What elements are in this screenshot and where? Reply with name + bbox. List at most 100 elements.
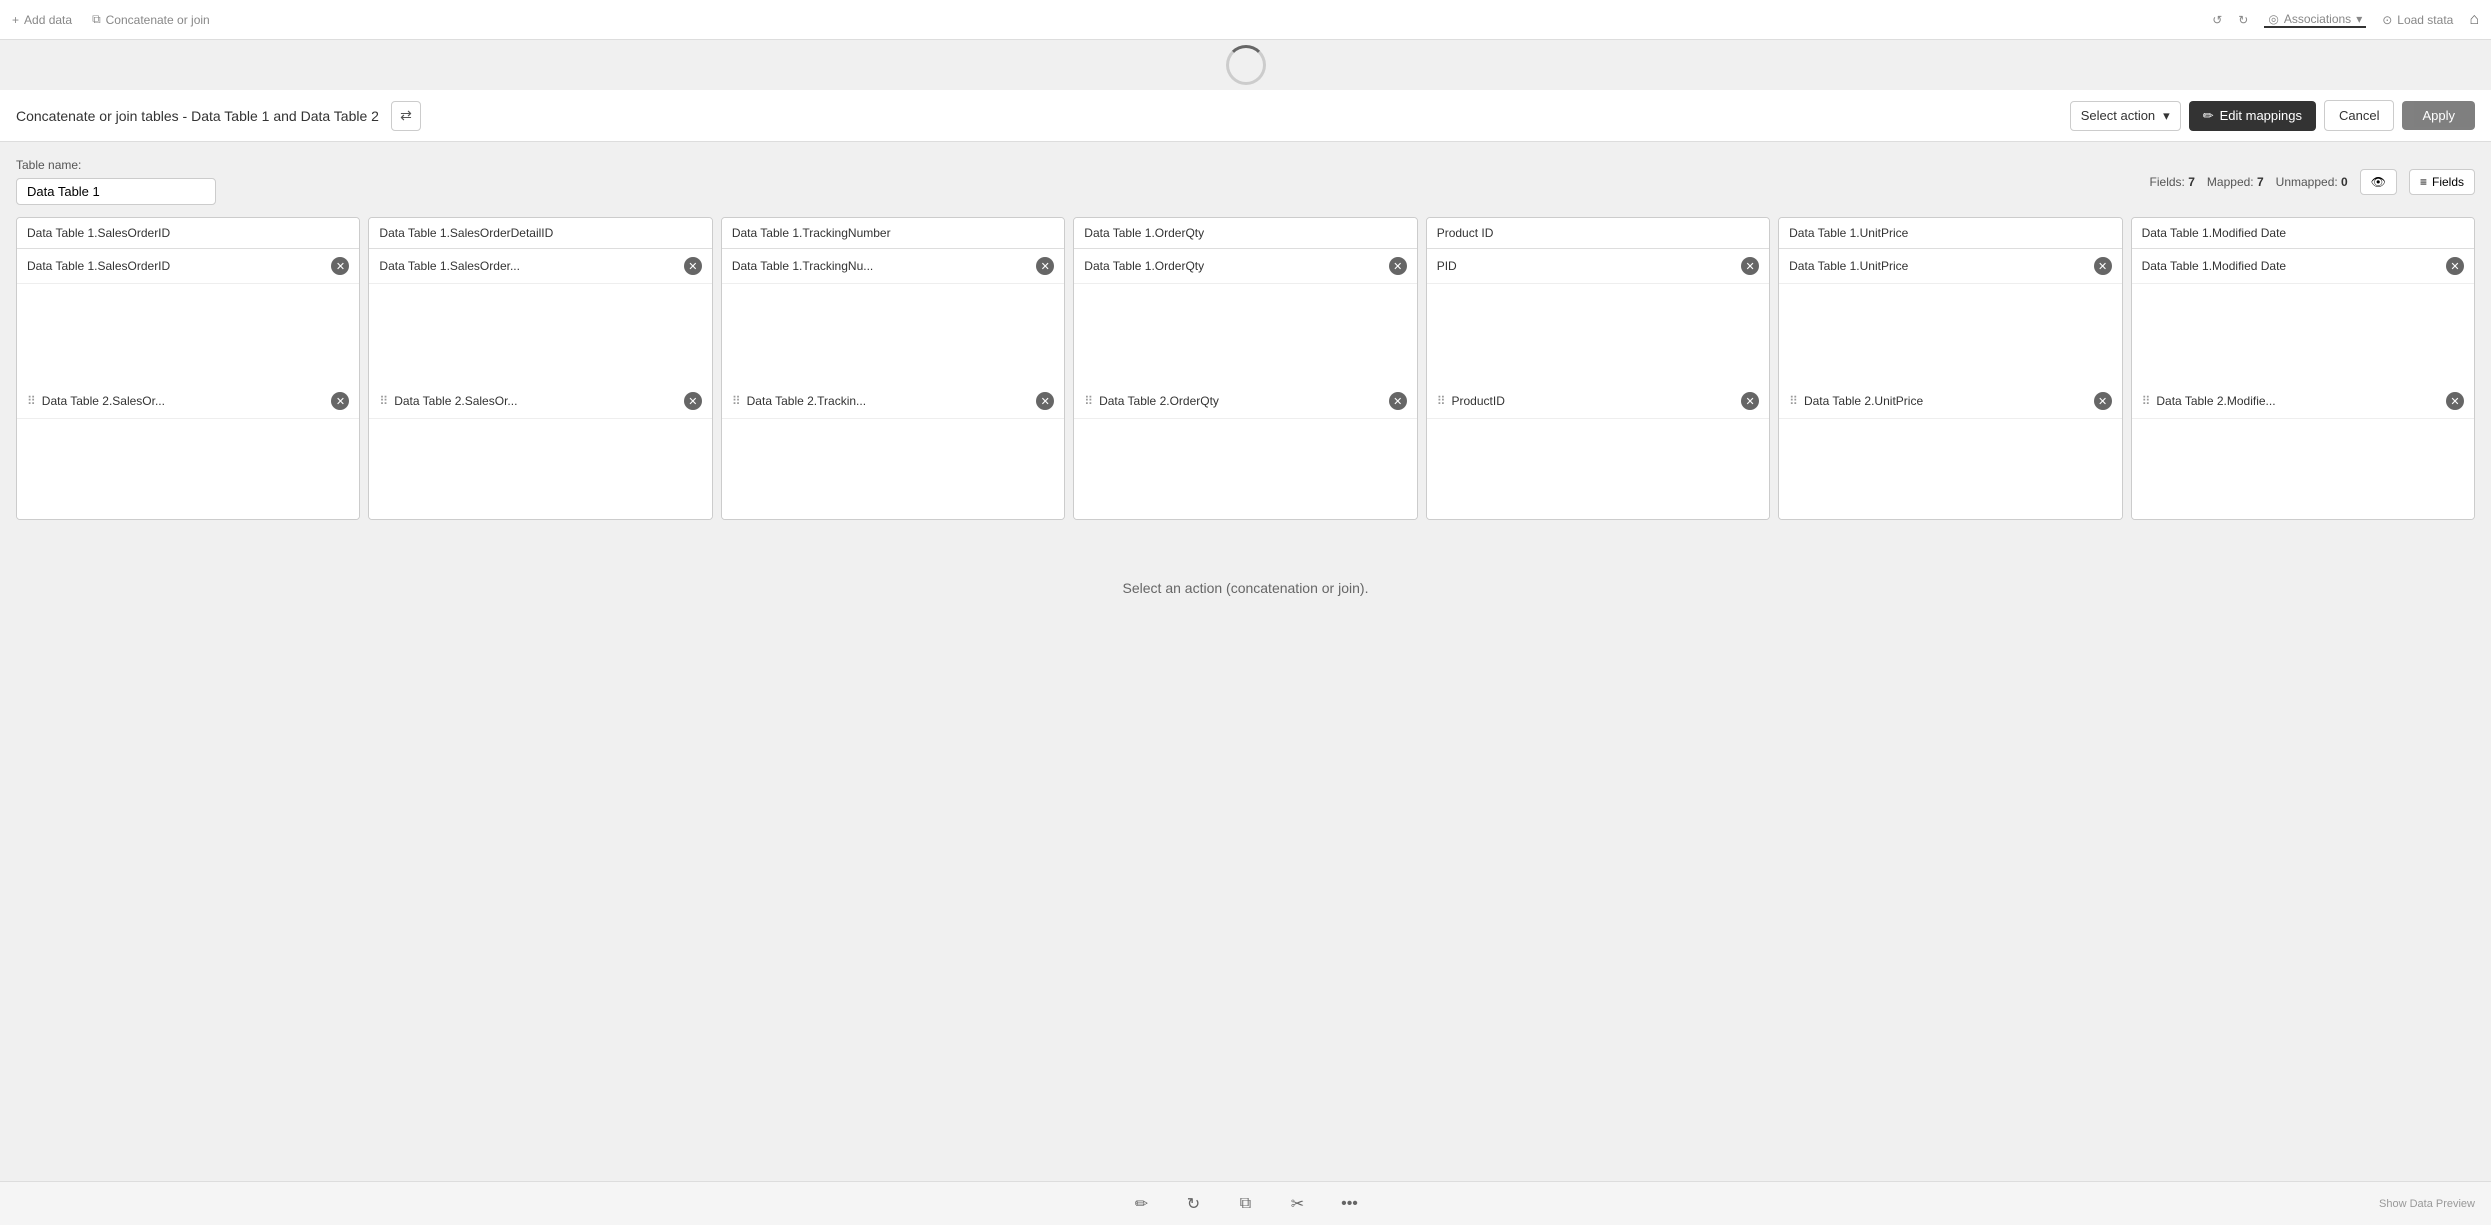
remove-row2-button[interactable]: ✕ <box>1389 392 1407 410</box>
column-row2-text: ProductID <box>1452 394 1738 408</box>
fields-label: Fields: 7 <box>2150 175 2195 189</box>
remove-row1-button[interactable]: ✕ <box>1036 257 1054 275</box>
column-body-top <box>369 284 711 384</box>
scissors-icon-button[interactable]: ✂ <box>1284 1190 1312 1218</box>
associations-tab[interactable]: ◎ Associations ▾ <box>2264 12 2366 28</box>
apply-button[interactable]: Apply <box>2402 101 2475 130</box>
remove-row2-button[interactable]: ✕ <box>331 392 349 410</box>
eye-icon: 👁 <box>2371 175 2386 189</box>
column-row2: ⠿ ProductID ✕ <box>1427 384 1769 419</box>
table-name-label: Table name: <box>16 158 216 172</box>
column-row1-text: Data Table 1.UnitPrice <box>1789 259 2089 273</box>
column-body-top <box>1427 284 1769 384</box>
table-name-row: Table name: Fields: 7 Mapped: 7 Unmapped… <box>16 158 2475 205</box>
cancel-button[interactable]: Cancel <box>2324 100 2394 131</box>
column-row1-text: PID <box>1437 259 1737 273</box>
column-row2: ⠿ Data Table 2.SalesOr... ✕ <box>369 384 711 419</box>
column-body-bottom <box>369 419 711 519</box>
copy-icon-button[interactable]: ⧉ <box>1232 1190 1260 1218</box>
column-card: Data Table 1.TrackingNumber Data Table 1… <box>721 217 1065 520</box>
column-row1: Data Table 1.SalesOrderID ✕ <box>17 249 359 284</box>
undo-button[interactable]: ↺ <box>2212 13 2222 27</box>
drag-handle-icon: ⠿ <box>2142 394 2151 408</box>
column-body-bottom <box>17 419 359 519</box>
column-body-top <box>1074 284 1416 384</box>
load-icon: ⊙ <box>2382 13 2392 27</box>
column-row1: Data Table 1.Modified Date ✕ <box>2132 249 2474 284</box>
remove-row1-button[interactable]: ✕ <box>2094 257 2112 275</box>
column-row2: ⠿ Data Table 2.Trackin... ✕ <box>722 384 1064 419</box>
header-right: Select action ▾ ✏ Edit mappings Cancel A… <box>2070 100 2475 131</box>
remove-row2-button[interactable]: ✕ <box>2446 392 2464 410</box>
drag-handle-icon: ⠿ <box>1789 394 1798 408</box>
column-row1: Data Table 1.TrackingNu... ✕ <box>722 249 1064 284</box>
column-header: Data Table 1.SalesOrderDetailID <box>369 218 711 249</box>
column-row2: ⠿ Data Table 2.UnitPrice ✕ <box>1779 384 2121 419</box>
remove-row2-button[interactable]: ✕ <box>684 392 702 410</box>
select-action-dropdown[interactable]: Select action ▾ <box>2070 101 2181 131</box>
columns-grid: Data Table 1.SalesOrderID Data Table 1.S… <box>16 217 2475 520</box>
swap-icon: ⇄ <box>400 107 412 124</box>
plus-icon: + <box>12 13 19 27</box>
drag-handle-icon: ⠿ <box>379 394 388 408</box>
bottom-message: Select an action (concatenation or join)… <box>16 580 2475 596</box>
column-row1: PID ✕ <box>1427 249 1769 284</box>
remove-row2-button[interactable]: ✕ <box>1741 392 1759 410</box>
column-row2-text: Data Table 2.SalesOr... <box>42 394 328 408</box>
refresh-icon-button[interactable]: ↻ <box>1180 1190 1208 1218</box>
more-icon-button[interactable]: ••• <box>1336 1190 1364 1218</box>
fields-info: Fields: 7 Mapped: 7 Unmapped: 0 👁 ≡ Fiel… <box>2150 169 2475 195</box>
home-button[interactable]: ⌂ <box>2469 11 2479 29</box>
table-name-input[interactable] <box>16 178 216 205</box>
target-icon: ◎ <box>2268 12 2278 26</box>
remove-row1-button[interactable]: ✕ <box>684 257 702 275</box>
drag-handle-icon: ⠿ <box>1084 394 1093 408</box>
column-body-top <box>2132 284 2474 384</box>
add-data-button[interactable]: + Add data <box>12 13 72 27</box>
page-title: Concatenate or join tables - Data Table … <box>16 108 379 124</box>
table-name-section: Table name: <box>16 158 216 205</box>
column-row2-text: Data Table 2.Modifie... <box>2156 394 2442 408</box>
column-row1-text: Data Table 1.SalesOrderID <box>27 259 327 273</box>
remove-row2-button[interactable]: ✕ <box>1036 392 1054 410</box>
swap-button[interactable]: ⇄ <box>391 101 421 131</box>
column-row1: Data Table 1.SalesOrder... ✕ <box>369 249 711 284</box>
edit-icon: ✏ <box>2203 108 2214 124</box>
column-header: Data Table 1.SalesOrderID <box>17 218 359 249</box>
column-header: Product ID <box>1427 218 1769 249</box>
remove-row1-button[interactable]: ✕ <box>2446 257 2464 275</box>
bottom-toolbar: ✏ ↻ ⧉ ✂ ••• Show Data Preview <box>0 1181 2491 1225</box>
concat-join-button[interactable]: ⧉ Concatenate or join <box>92 12 210 27</box>
column-row2: ⠿ Data Table 2.Modifie... ✕ <box>2132 384 2474 419</box>
show-data-preview: Show Data Preview <box>2379 1198 2475 1210</box>
column-body-top <box>722 284 1064 384</box>
drag-handle-icon: ⠿ <box>732 394 741 408</box>
drag-handle-icon: ⠿ <box>27 394 36 408</box>
remove-row2-button[interactable]: ✕ <box>2094 392 2112 410</box>
mapped-label: Mapped: 7 <box>2207 175 2264 189</box>
column-header: Data Table 1.Modified Date <box>2132 218 2474 249</box>
fields-button[interactable]: ≡ Fields <box>2409 169 2475 195</box>
loading-spinner-area <box>0 40 2491 90</box>
column-body-bottom <box>1779 419 2121 519</box>
column-card: Data Table 1.Modified Date Data Table 1.… <box>2131 217 2475 520</box>
column-row2-text: Data Table 2.SalesOr... <box>394 394 680 408</box>
remove-row1-button[interactable]: ✕ <box>331 257 349 275</box>
eye-button[interactable]: 👁 <box>2360 169 2397 195</box>
top-nav: + Add data ⧉ Concatenate or join ↺ ↻ ◎ A… <box>0 0 2491 40</box>
load-stata-button[interactable]: ⊙ Load stata <box>2382 13 2453 27</box>
remove-row1-button[interactable]: ✕ <box>1741 257 1759 275</box>
column-row2-text: Data Table 2.OrderQty <box>1099 394 1385 408</box>
redo-icon: ↻ <box>2238 13 2248 27</box>
column-body-top <box>17 284 359 384</box>
column-card: Data Table 1.OrderQty Data Table 1.Order… <box>1073 217 1417 520</box>
redo-button[interactable]: ↻ <box>2238 13 2248 27</box>
column-body-bottom <box>722 419 1064 519</box>
top-nav-right: ↺ ↻ ◎ Associations ▾ ⊙ Load stata ⌂ <box>2212 11 2479 29</box>
column-row1: Data Table 1.UnitPrice ✕ <box>1779 249 2121 284</box>
pencil-icon-button[interactable]: ✏ <box>1128 1190 1156 1218</box>
column-row2-text: Data Table 2.Trackin... <box>747 394 1033 408</box>
column-row1: Data Table 1.OrderQty ✕ <box>1074 249 1416 284</box>
edit-mappings-button[interactable]: ✏ Edit mappings <box>2189 101 2316 131</box>
remove-row1-button[interactable]: ✕ <box>1389 257 1407 275</box>
